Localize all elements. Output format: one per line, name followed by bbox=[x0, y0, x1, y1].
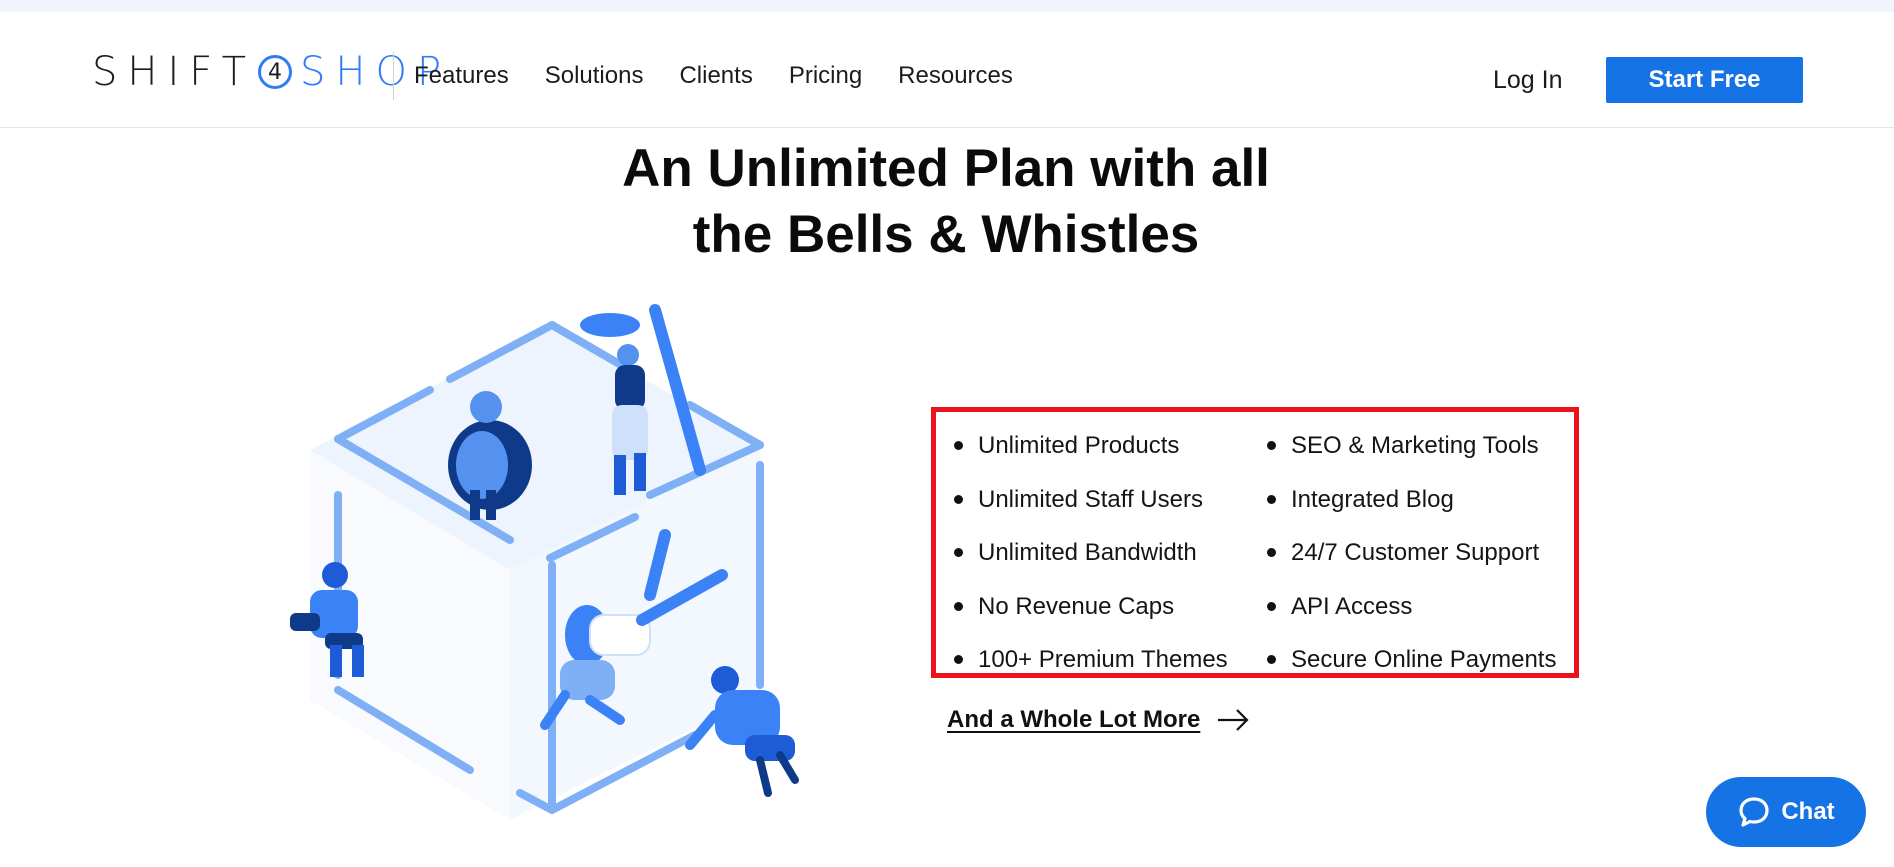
bullet-icon bbox=[1267, 494, 1276, 504]
title-line-1: An Unlimited Plan with all bbox=[622, 139, 1270, 198]
list-item: SEO & Marketing Tools bbox=[1261, 430, 1556, 484]
feature-text: API Access bbox=[1291, 592, 1413, 620]
isometric-cube-people-illustration bbox=[290, 304, 799, 820]
list-item: Unlimited Staff Users bbox=[948, 484, 1228, 538]
logo-four-circle-icon: 4 bbox=[258, 55, 293, 89]
site-header: SHIFT 4 SHOP Features Solutions Clients … bbox=[0, 12, 1894, 128]
title-line-2: the Bells & Whistles bbox=[692, 205, 1200, 264]
list-item: No Revenue Caps bbox=[948, 591, 1228, 645]
feature-text: No Revenue Caps bbox=[978, 592, 1175, 620]
bullet-icon bbox=[954, 548, 963, 557]
whole-lot-more-label: And a Whole Lot More bbox=[947, 706, 1201, 733]
nav-resources[interactable]: Resources bbox=[898, 62, 1013, 90]
bullet-icon bbox=[1267, 548, 1276, 557]
bullet-icon bbox=[954, 441, 963, 450]
feature-text: SEO & Marketing Tools bbox=[1291, 432, 1539, 459]
feature-text: Unlimited Staff Users bbox=[978, 485, 1203, 513]
nav-solutions[interactable]: Solutions bbox=[545, 62, 644, 90]
bullet-icon bbox=[1267, 441, 1276, 450]
feature-text: Integrated Blog bbox=[1291, 485, 1454, 513]
top-strip bbox=[0, 0, 1894, 12]
list-item: Unlimited Bandwidth bbox=[948, 537, 1228, 591]
login-link[interactable]: Log In bbox=[1493, 66, 1563, 95]
bullet-icon bbox=[954, 601, 963, 611]
chat-button[interactable]: Chat bbox=[1706, 777, 1866, 847]
feature-text: Unlimited Bandwidth bbox=[978, 539, 1197, 566]
bullet-icon bbox=[1267, 601, 1276, 611]
feature-text: 100+ Premium Themes bbox=[978, 646, 1228, 673]
chat-label: Chat bbox=[1781, 798, 1835, 825]
main-nav: Features Solutions Clients Pricing Resou… bbox=[414, 62, 1049, 90]
features-list-left: Unlimited Products Unlimited Staff Users… bbox=[948, 430, 1228, 698]
whole-lot-more-link[interactable]: And a Whole Lot More bbox=[947, 706, 1250, 734]
page-title: An Unlimited Plan with all the Bells & W… bbox=[546, 136, 1346, 268]
chat-bubble-icon bbox=[1739, 797, 1769, 827]
feature-text: Secure Online Payments bbox=[1291, 646, 1557, 673]
nav-features[interactable]: Features bbox=[414, 62, 509, 90]
nav-pricing[interactable]: Pricing bbox=[789, 62, 862, 90]
shift4shop-logo[interactable]: SHIFT 4 SHOP bbox=[92, 49, 451, 95]
arrow-right-icon bbox=[1218, 709, 1249, 731]
feature-text: Unlimited Products bbox=[978, 432, 1180, 459]
feature-text: 24/7 Customer Support bbox=[1291, 539, 1540, 566]
bullet-icon bbox=[954, 655, 963, 664]
nav-clients[interactable]: Clients bbox=[679, 62, 752, 90]
list-item: 100+ Premium Themes bbox=[948, 644, 1228, 698]
list-item: 24/7 Customer Support bbox=[1261, 537, 1556, 591]
logo-divider bbox=[393, 52, 394, 100]
list-item: Unlimited Products bbox=[948, 430, 1228, 484]
list-item: Secure Online Payments bbox=[1261, 644, 1556, 698]
features-list-right: SEO & Marketing Tools Integrated Blog 24… bbox=[1261, 430, 1556, 698]
features-highlight-box: Unlimited Products Unlimited Staff Users… bbox=[931, 407, 1579, 678]
bullet-icon bbox=[954, 494, 963, 504]
logo-text-shift: SHIFT bbox=[92, 49, 257, 95]
bullet-icon bbox=[1267, 655, 1276, 664]
start-free-button[interactable]: Start Free bbox=[1606, 57, 1803, 103]
list-item: Integrated Blog bbox=[1261, 484, 1556, 538]
list-item: API Access bbox=[1261, 591, 1556, 645]
